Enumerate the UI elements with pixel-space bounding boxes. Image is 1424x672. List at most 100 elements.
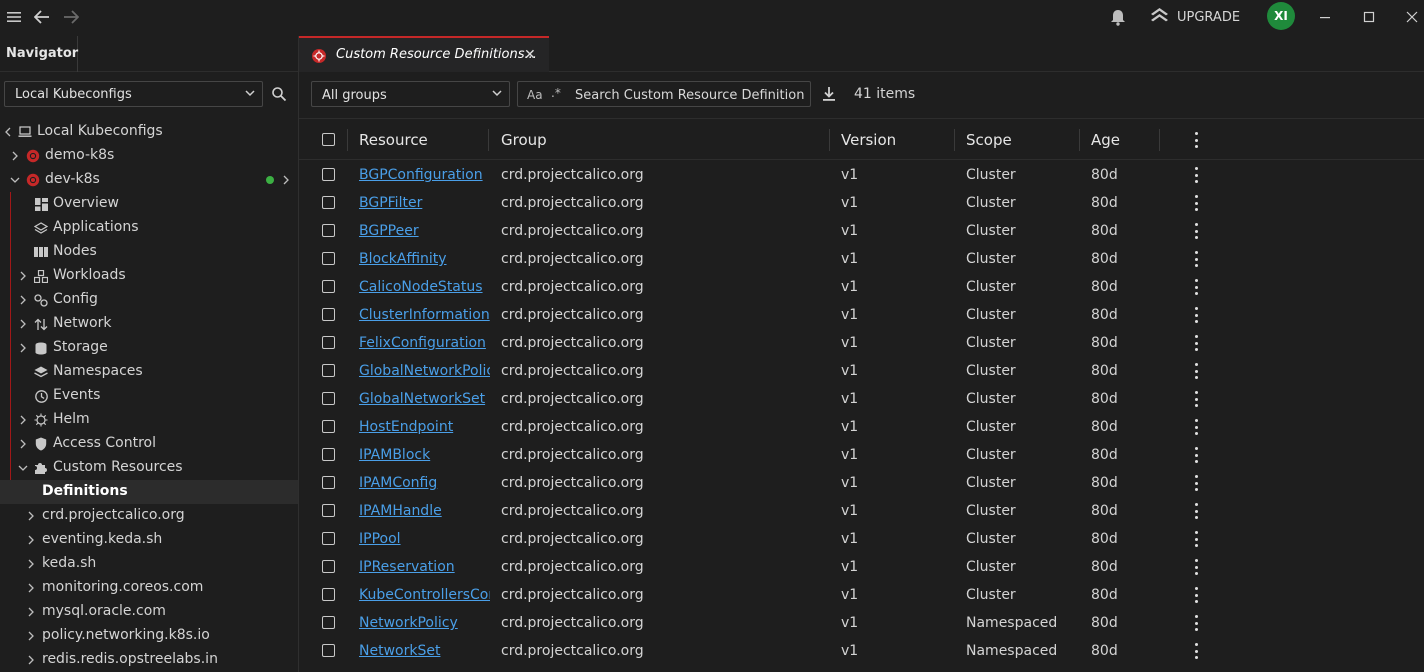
search-icon[interactable]	[271, 86, 289, 104]
chevron-right-icon[interactable]	[26, 583, 36, 593]
chevron-right-icon[interactable]	[26, 607, 36, 617]
match-case-toggle[interactable]: Aa	[527, 88, 543, 102]
table-row[interactable]: GlobalNetworkPolic crd.projectcalico.org v…	[299, 357, 1424, 385]
tree-item-mysql-oracle-com[interactable]: mysql.oracle.com	[0, 600, 298, 624]
kubeconfig-select[interactable]: Local Kubeconfigs	[4, 81, 263, 107]
chevron-right-icon[interactable]	[26, 559, 36, 569]
tab-custom-resource-definitions[interactable]: Custom Resource Definitions... ✕	[299, 36, 549, 72]
table-row[interactable]: FelixConfiguration crd.projectcalico.org v…	[299, 329, 1424, 357]
resource-link[interactable]: HostEndpoint	[359, 419, 490, 435]
tree-item-access-control[interactable]: Access Control	[0, 432, 298, 456]
column-header-version[interactable]: Version	[841, 131, 896, 149]
row-checkbox[interactable]	[322, 532, 335, 545]
regex-toggle[interactable]: .*	[551, 86, 561, 100]
column-header-group[interactable]: Group	[501, 131, 547, 149]
row-checkbox[interactable]	[322, 392, 335, 405]
chevron-right-icon[interactable]	[26, 631, 36, 641]
row-checkbox[interactable]	[322, 588, 335, 601]
tree-item-overview[interactable]: Overview	[0, 192, 298, 216]
resource-link[interactable]: IPAMConfig	[359, 475, 490, 491]
hamburger-menu-icon[interactable]	[2, 5, 26, 29]
row-checkbox[interactable]	[322, 560, 335, 573]
chevron-right-icon[interactable]	[26, 511, 36, 521]
resource-link[interactable]: IPPool	[359, 531, 490, 547]
row-menu-icon[interactable]	[1194, 503, 1198, 519]
resource-link[interactable]: BlockAffinity	[359, 251, 490, 267]
maximize-icon[interactable]	[1357, 5, 1381, 29]
row-checkbox[interactable]	[322, 644, 335, 657]
tree-item-policy-networking-k8s-io[interactable]: policy.networking.k8s.io	[0, 624, 298, 648]
resource-link[interactable]: GlobalNetworkSet	[359, 391, 490, 407]
row-checkbox[interactable]	[322, 504, 335, 517]
tree-item-network[interactable]: Network	[0, 312, 298, 336]
tree-item-custom-resources[interactable]: Custom Resources	[0, 456, 298, 480]
row-checkbox[interactable]	[322, 364, 335, 377]
row-menu-icon[interactable]	[1194, 643, 1198, 659]
row-checkbox[interactable]	[322, 168, 335, 181]
search-input[interactable]	[575, 85, 805, 105]
chevron-right-icon[interactable]	[18, 271, 28, 281]
resource-link[interactable]: GlobalNetworkPolic	[359, 363, 490, 379]
tree-item-nodes[interactable]: Nodes	[0, 240, 298, 264]
tree-item-keda-sh[interactable]: keda.sh	[0, 552, 298, 576]
table-row[interactable]: KubeControllersCor crd.projectcalico.org v…	[299, 581, 1424, 609]
back-arrow-icon[interactable]	[30, 5, 54, 29]
table-row[interactable]: BGPConfiguration crd.projectcalico.org v1 C…	[299, 161, 1424, 189]
close-tab-icon[interactable]: ✕	[524, 47, 536, 63]
resource-link[interactable]: ClusterInformation	[359, 307, 490, 323]
row-menu-icon[interactable]	[1194, 251, 1198, 267]
chevron-right-icon[interactable]	[10, 151, 20, 161]
row-checkbox[interactable]	[322, 224, 335, 237]
tree-item-helm[interactable]: Helm	[0, 408, 298, 432]
table-row[interactable]: ClusterInformation crd.projectcalico.org v…	[299, 301, 1424, 329]
row-checkbox[interactable]	[322, 196, 335, 209]
table-row[interactable]: NetworkSet crd.projectcalico.org v1 Namespa…	[299, 637, 1424, 665]
tree-item-definitions[interactable]: Definitions	[0, 480, 298, 504]
table-row[interactable]: BGPPeer crd.projectcalico.org v1 Cluster 80d	[299, 217, 1424, 245]
resource-link[interactable]: BGPConfiguration	[359, 167, 490, 183]
row-checkbox[interactable]	[322, 448, 335, 461]
chevron-left-icon[interactable]	[3, 127, 13, 137]
table-row[interactable]: HostEndpoint crd.projectcalico.org v1 Clust…	[299, 413, 1424, 441]
resource-link[interactable]: NetworkPolicy	[359, 615, 490, 631]
avatar[interactable]: XI	[1267, 2, 1295, 30]
chevron-right-icon[interactable]	[18, 295, 28, 305]
resource-link[interactable]: IPReservation	[359, 559, 490, 575]
resource-link[interactable]: IPAMHandle	[359, 503, 490, 519]
table-row[interactable]: IPAMHandle crd.projectcalico.org v1 Cluster…	[299, 497, 1424, 525]
download-icon[interactable]	[821, 86, 839, 104]
resource-link[interactable]: FelixConfiguration	[359, 335, 490, 351]
close-window-icon[interactable]	[1400, 5, 1424, 29]
resource-link[interactable]: IPAMBlock	[359, 447, 490, 463]
tree-item-dev-k8s[interactable]: dev-k8s	[0, 168, 298, 192]
row-checkbox[interactable]	[322, 280, 335, 293]
tree-item-eventing-keda-sh[interactable]: eventing.keda.sh	[0, 528, 298, 552]
chevron-down-icon[interactable]	[18, 463, 28, 473]
row-menu-icon[interactable]	[1194, 195, 1198, 211]
table-row[interactable]: IPAMConfig crd.projectcalico.org v1 Cluster…	[299, 469, 1424, 497]
table-row[interactable]: BGPFilter crd.projectcalico.org v1 Cluster 8…	[299, 189, 1424, 217]
column-menu-icon[interactable]	[1194, 132, 1198, 148]
select-all-checkbox[interactable]	[322, 133, 335, 146]
table-row[interactable]: BlockAffinity crd.projectcalico.org v1 Clus…	[299, 245, 1424, 273]
row-checkbox[interactable]	[322, 252, 335, 265]
table-row[interactable]: IPAMBlock crd.projectcalico.org v1 Cluster 8…	[299, 441, 1424, 469]
upgrade-button[interactable]: UPGRADE	[1150, 6, 1240, 28]
tree-item-storage[interactable]: Storage	[0, 336, 298, 360]
tree-item-demo-k8s[interactable]: demo-k8s	[0, 144, 298, 168]
tree-item-namespaces[interactable]: Namespaces	[0, 360, 298, 384]
row-menu-icon[interactable]	[1194, 559, 1198, 575]
row-menu-icon[interactable]	[1194, 167, 1198, 183]
tree-item-crd-projectcalico-org[interactable]: crd.projectcalico.org	[0, 504, 298, 528]
table-row[interactable]: IPReservation crd.projectcalico.org v1 Clus…	[299, 553, 1424, 581]
column-header-scope[interactable]: Scope	[966, 131, 1012, 149]
tree-item-redis-redis-opstreelabs-in[interactable]: redis.redis.opstreelabs.in	[0, 648, 298, 672]
row-checkbox[interactable]	[322, 616, 335, 629]
tab-navigator[interactable]: Navigator	[0, 36, 78, 72]
resource-link[interactable]: BGPPeer	[359, 223, 490, 239]
chevron-right-icon[interactable]	[281, 175, 291, 185]
minimize-icon[interactable]	[1313, 5, 1337, 29]
chevron-right-icon[interactable]	[26, 535, 36, 545]
row-checkbox[interactable]	[322, 336, 335, 349]
resource-link[interactable]: NetworkSet	[359, 643, 490, 659]
